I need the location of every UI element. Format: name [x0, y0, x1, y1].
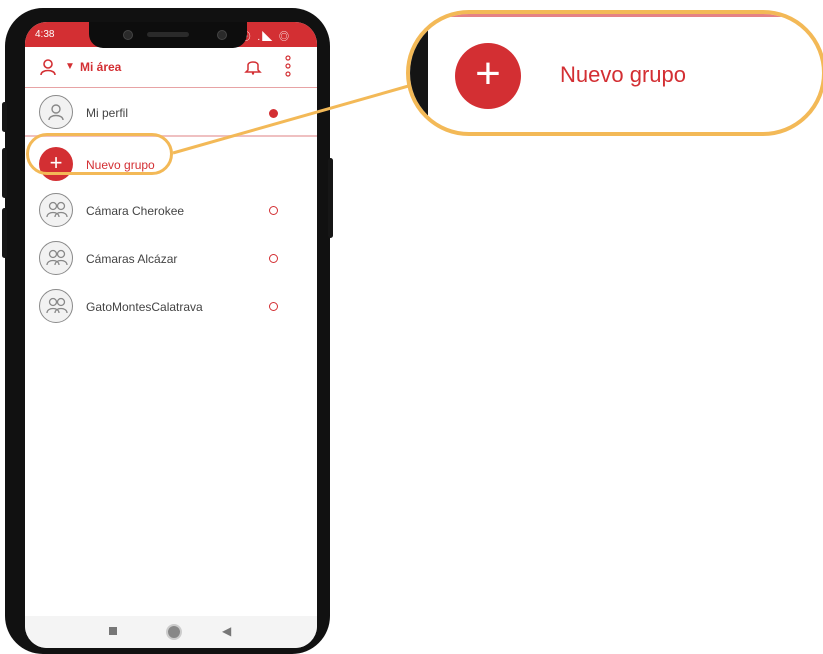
zoom-callout: + Nuevo grupo — [406, 10, 823, 136]
callout-top-bar — [428, 14, 822, 17]
plus-icon: + — [455, 43, 521, 109]
phone-edge — [410, 14, 428, 132]
callout-label: Nuevo grupo — [560, 62, 686, 87]
